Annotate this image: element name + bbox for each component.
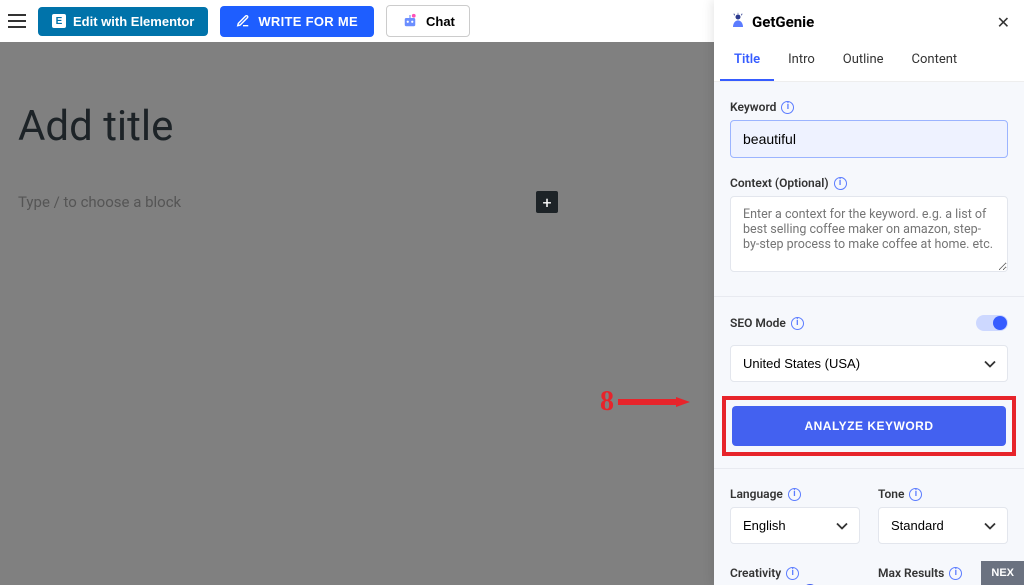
genie-icon — [728, 12, 748, 32]
brand-logo: GetGenie — [728, 12, 814, 32]
info-icon[interactable]: i — [909, 488, 922, 501]
arrow-right-icon — [618, 397, 690, 407]
panel-body: Keyword i Context (Optional) i SEO Mode … — [714, 82, 1024, 585]
tab-content[interactable]: Content — [898, 42, 972, 81]
info-icon[interactable]: i — [781, 101, 794, 114]
elementor-icon: E — [52, 14, 66, 28]
hamburger-menu-icon[interactable] — [8, 14, 26, 28]
block-placeholder-text[interactable]: Type / to choose a block — [18, 193, 181, 211]
analyze-highlight: ANALYZE KEYWORD — [722, 396, 1016, 456]
info-icon[interactable]: i — [949, 567, 962, 580]
language-select[interactable]: English — [730, 507, 860, 544]
analyze-keyword-button[interactable]: ANALYZE KEYWORD — [732, 406, 1006, 446]
getgenie-panel: GetGenie ✕ Title Intro Outline Content K… — [714, 0, 1024, 585]
context-textarea[interactable] — [730, 196, 1008, 272]
add-block-button[interactable]: + — [536, 191, 558, 213]
chat-button[interactable]: Chat — [386, 5, 470, 37]
chat-label: Chat — [426, 14, 455, 29]
divider — [714, 468, 1024, 469]
tone-label: Tone i — [878, 487, 1008, 501]
info-icon[interactable]: i — [788, 488, 801, 501]
panel-header: GetGenie ✕ — [714, 0, 1024, 42]
language-label: Language i — [730, 487, 860, 501]
seo-mode-label: SEO Mode i — [730, 316, 804, 330]
seo-mode-toggle[interactable] — [976, 315, 1008, 331]
country-select[interactable]: United States (USA) — [730, 345, 1008, 382]
tab-outline[interactable]: Outline — [829, 42, 898, 81]
robot-icon — [401, 12, 419, 30]
divider — [714, 296, 1024, 297]
callout-annotation: 8 — [600, 386, 690, 418]
keyword-input[interactable] — [730, 120, 1008, 158]
info-icon[interactable]: i — [786, 567, 799, 580]
pen-icon — [236, 14, 250, 28]
callout-number: 8 — [600, 386, 614, 418]
context-label: Context (Optional) i — [730, 176, 1008, 190]
creativity-label: Creativity i — [730, 566, 860, 580]
edit-elementor-label: Edit with Elementor — [73, 14, 194, 29]
tone-select[interactable]: Standard — [878, 507, 1008, 544]
panel-tabs: Title Intro Outline Content — [714, 42, 1024, 82]
write-for-me-button[interactable]: WRITE FOR ME — [220, 6, 374, 37]
next-button[interactable]: NEX — [981, 561, 1024, 585]
tab-title[interactable]: Title — [720, 42, 774, 81]
edit-elementor-button[interactable]: E Edit with Elementor — [38, 7, 208, 36]
info-icon[interactable]: i — [791, 317, 804, 330]
keyword-label: Keyword i — [730, 100, 1008, 114]
brand-name: GetGenie — [752, 13, 814, 31]
write-for-me-label: WRITE FOR ME — [258, 14, 358, 29]
close-icon[interactable]: ✕ — [997, 13, 1010, 32]
tab-intro[interactable]: Intro — [774, 42, 829, 81]
info-icon[interactable]: i — [834, 177, 847, 190]
